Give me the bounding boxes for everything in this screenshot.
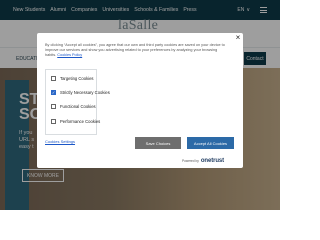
cookies-policy-link[interactable]: Cookies Policy — [57, 53, 82, 57]
checkbox-targeting[interactable] — [51, 75, 56, 81]
option-label: Targeting Cookies — [60, 75, 94, 81]
cookie-intro: By clicking “Accept all cookies”, you ag… — [45, 43, 227, 58]
cookie-dialog: × By clicking “Accept all cookies”, you … — [37, 33, 243, 168]
close-icon[interactable]: × — [235, 34, 241, 42]
option-performance[interactable]: Performance Cookies — [51, 116, 171, 126]
checkbox-functional[interactable] — [51, 103, 56, 109]
checkbox-strictly-necessary[interactable]: ✓ — [51, 89, 56, 95]
option-targeting[interactable]: Targeting Cookies — [51, 73, 171, 83]
option-label: Strictly Necessary Cookies — [60, 89, 110, 95]
save-choices-button[interactable]: Save Choices — [135, 137, 181, 149]
checkbox-performance[interactable] — [51, 118, 56, 124]
onetrust-logo: onetrust — [200, 158, 225, 164]
option-label: Performance Cookies — [60, 118, 101, 124]
cookies-settings-link[interactable]: Cookies Settings — [45, 139, 75, 144]
option-functional[interactable]: Functional Cookies — [51, 101, 171, 111]
accept-all-button[interactable]: Accept All Cookies — [187, 137, 234, 149]
powered-by-label: Powered by — [182, 159, 199, 163]
option-label: Functional Cookies — [60, 103, 96, 109]
option-strictly-necessary[interactable]: ✓ Strictly Necessary Cookies — [51, 87, 171, 97]
powered-by: Powered by onetrust — [182, 158, 224, 164]
